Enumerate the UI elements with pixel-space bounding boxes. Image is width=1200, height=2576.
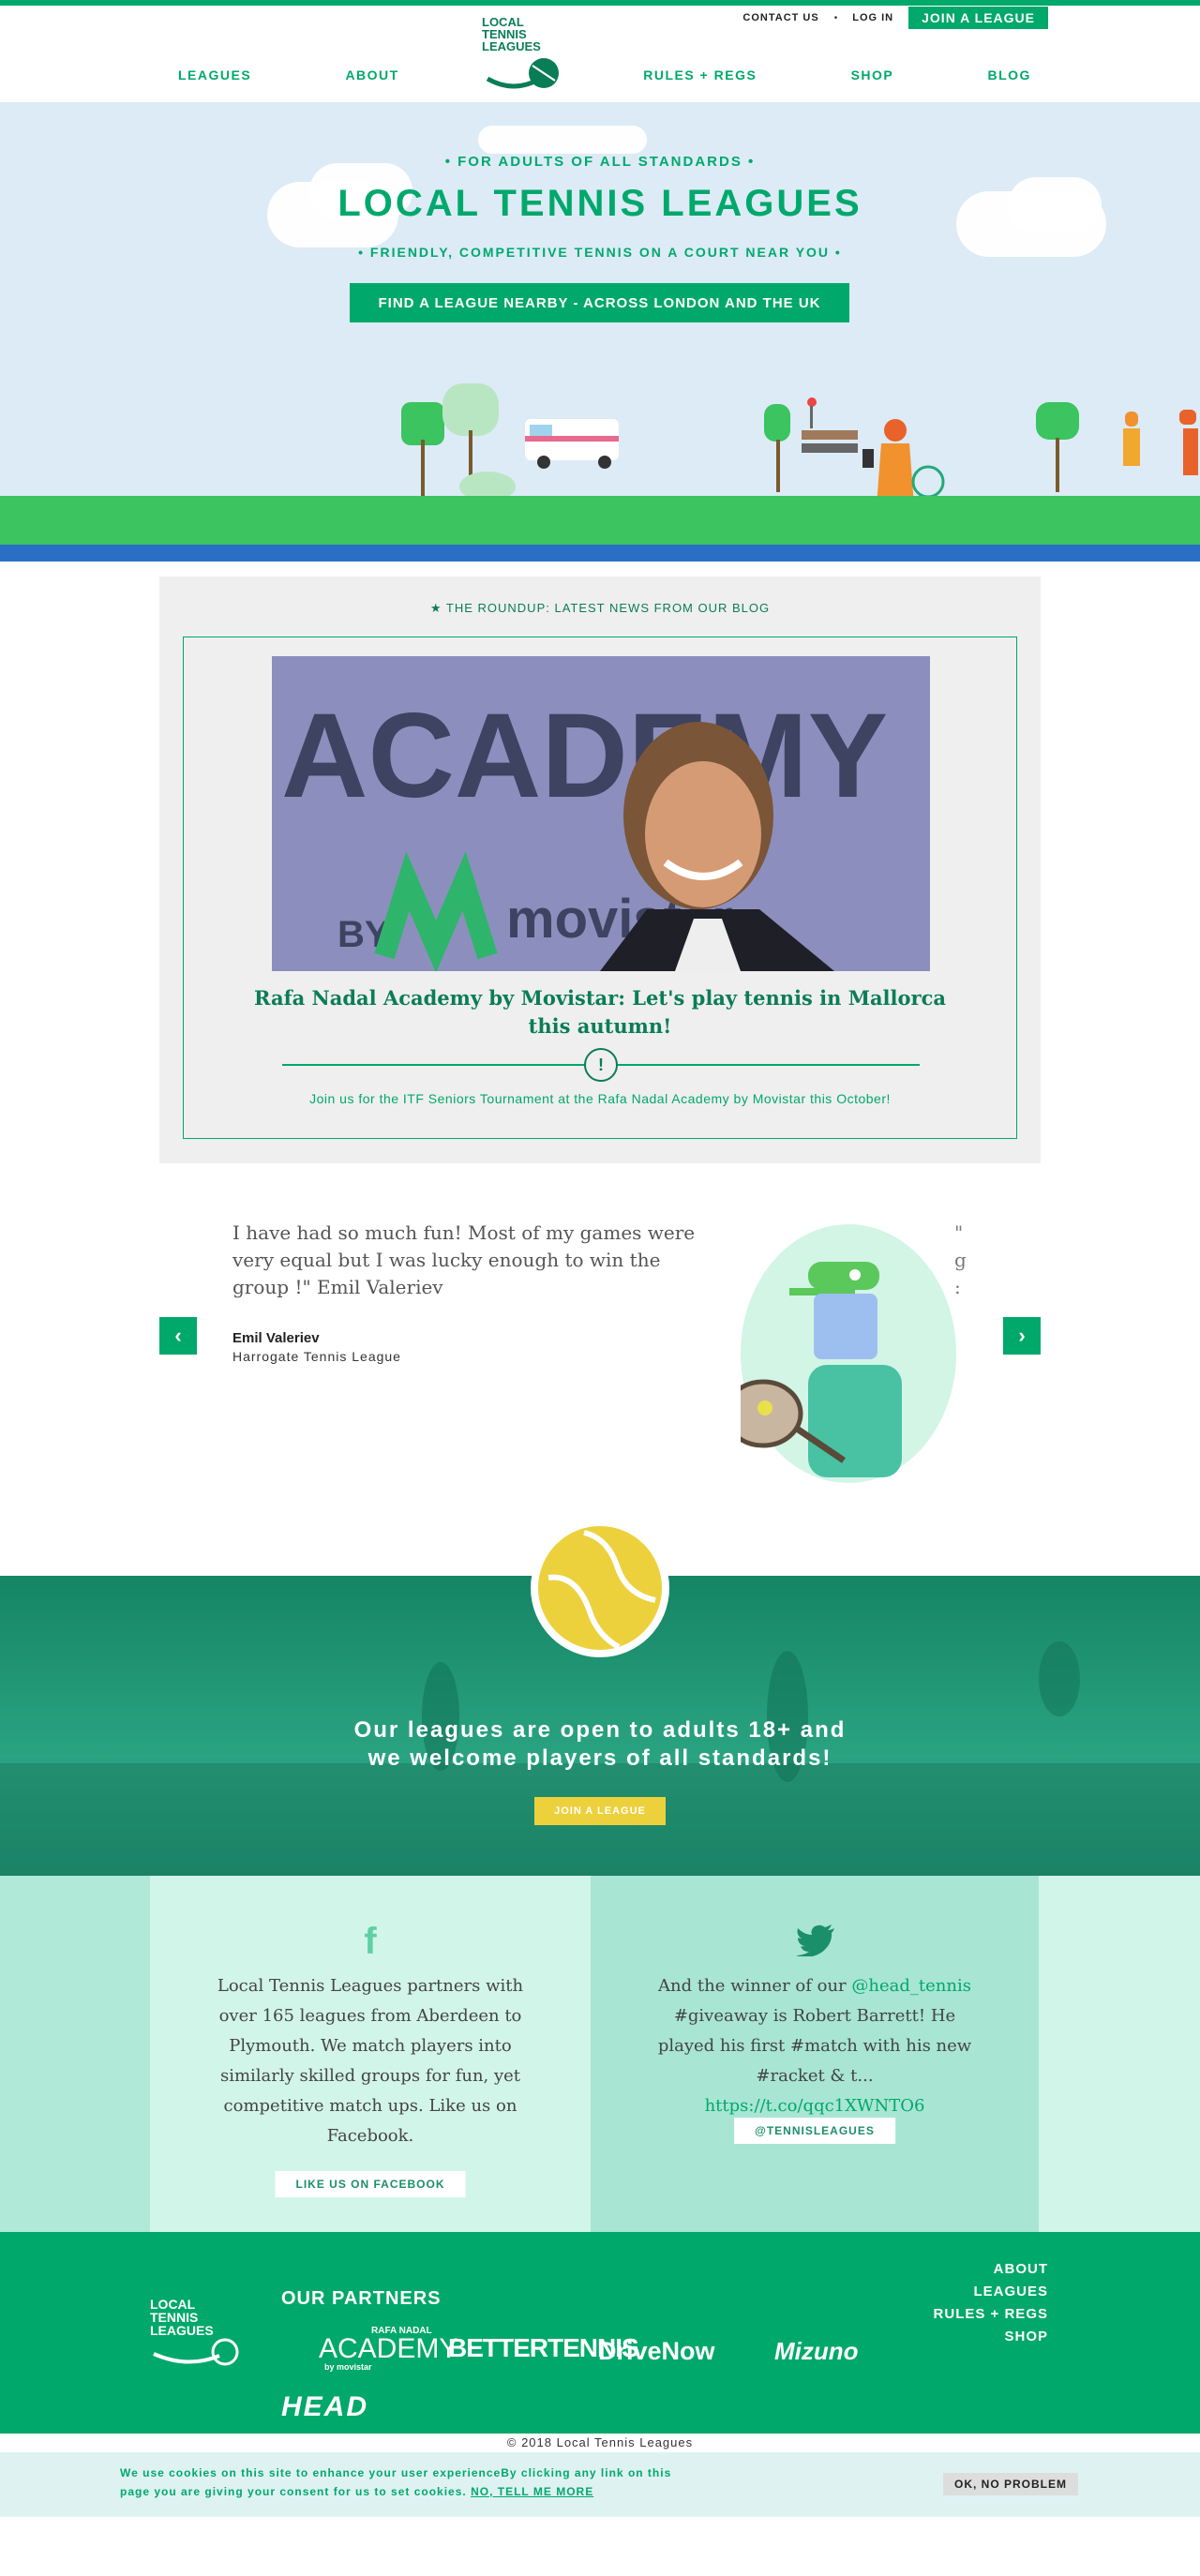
tweet-text-end: #giveaway is Robert Barrett! He played h… — [657, 2006, 972, 2086]
nav-leagues[interactable]: LEAGUES — [178, 67, 251, 82]
nav-separator-dot: • — [833, 12, 838, 23]
roundup-heading: ★ THE ROUNDUP: LATEST NEWS FROM OUR BLOG — [429, 601, 771, 615]
copyright: © 2018 Local Tennis Leagues — [0, 2434, 1200, 2452]
testimonial-name: Emil Valeriev — [232, 1330, 320, 1346]
join-league-callout-button[interactable]: JOIN A LEAGUE — [534, 1797, 666, 1825]
photo-sign-text: ACADEMY — [281, 689, 888, 823]
callout-line-1: Our leagues are open to adults 18+ and — [353, 1717, 847, 1743]
player-avatar-illustration — [723, 1224, 956, 1483]
nav-blog[interactable]: BLOG — [988, 67, 1031, 82]
join-league-top-button[interactable]: JOIN A LEAGUE — [908, 7, 1048, 29]
footer-link-shop[interactable]: SHOP — [934, 2326, 1048, 2348]
testimonial-quote: I have had so much fun! Most of my games… — [232, 1221, 696, 1298]
twitter-icon[interactable] — [796, 1925, 835, 1956]
blog-post-image[interactable]: ACADEMY BY movistar — [272, 656, 930, 971]
footer-link-leagues[interactable]: LEAGUES — [934, 2281, 1048, 2303]
partner-mizuno[interactable]: Mizuno — [774, 2337, 859, 2366]
cookie-more-link[interactable]: NO, TELL ME MORE — [471, 2485, 593, 2498]
utility-nav: CONTACT US • LOG IN JOIN A LEAGUE — [728, 6, 1048, 30]
nav-logo-gap — [493, 67, 549, 82]
facebook-icon[interactable]: f — [150, 1921, 591, 1963]
partner-rafa-nadal-academy[interactable]: RAFA NADAL ACADEMY by movistar — [281, 2326, 458, 2372]
facebook-panel: f Local Tennis Leagues partners with ove… — [150, 1876, 591, 2232]
grass-strip — [0, 496, 1200, 545]
callout-line-2: we welcome players of all standards! — [368, 1745, 832, 1771]
academy-photo: ACADEMY BY movistar — [272, 656, 930, 971]
next-testimonial-peek: " g : — [954, 1221, 967, 1298]
footer-logo-line: LOCAL — [150, 2297, 196, 2312]
tennis-ball-icon — [531, 1519, 669, 1657]
social-left-gutter — [0, 1876, 150, 2232]
footer-links: ABOUT LEAGUES RULES + REGS SHOP — [934, 2258, 1048, 2348]
like-facebook-button[interactable]: LIKE US ON FACEBOOK — [275, 2171, 466, 2197]
footer-link-rules-regs[interactable]: RULES + REGS — [934, 2303, 1048, 2326]
footer-logo[interactable]: LOCAL TENNIS LEAGUES — [150, 2298, 244, 2373]
footer-logo-ball-icon — [153, 2338, 239, 2366]
tennis-player-icon — [723, 1262, 902, 1477]
cookie-accept-button[interactable]: OK, NO PROBLEM — [942, 2473, 1078, 2495]
water-strip — [0, 545, 1200, 562]
blog-post-excerpt: Join us for the ITF Seniors Tournament a… — [309, 1091, 891, 1106]
footer-logo-line: TENNIS — [150, 2310, 199, 2325]
hero-subtitle: • FRIENDLY, COMPETITIVE TENNIS ON A COUR… — [358, 245, 842, 260]
academy-main-text: ACADEMY — [319, 2333, 458, 2364]
testimonial-carousel: ‹ I have had so much fun! Most of my gam… — [0, 1163, 1200, 1576]
twitter-follow-button[interactable]: @TENNISLEAGUES — [734, 2118, 895, 2144]
alert-icon: ! — [584, 1048, 618, 1082]
park-scene-illustration — [401, 383, 1198, 496]
partner-drivenow[interactable]: DriveNow — [598, 2337, 715, 2366]
blog-roundup: ★ THE ROUNDUP: LATEST NEWS FROM OUR BLOG… — [159, 577, 1041, 1163]
site-header: CONTACT US • LOG IN JOIN A LEAGUE LOCAL … — [0, 6, 1200, 102]
cookie-banner: We use cookies on this site to enhance y… — [0, 2452, 1200, 2517]
footer-link-about[interactable]: ABOUT — [934, 2258, 1048, 2281]
callout-message: Our leagues are open to adults 18+ and w… — [0, 1716, 1200, 1773]
carousel-prev-button[interactable]: ‹ — [159, 1317, 197, 1355]
tweet-url-link[interactable]: https://t.co/qqc1XWNTO6 — [705, 2096, 925, 2116]
site-footer: LOCAL TENNIS LEAGUES OUR PARTNERS RAFA N… — [0, 2232, 1200, 2434]
cloud-illustration — [478, 126, 647, 154]
testimonial-league: Harrogate Tennis League — [232, 1349, 401, 1364]
main-nav: LEAGUES ABOUT RULES + REGS SHOP BLOG — [178, 67, 1031, 82]
partners-title: OUR PARTNERS — [281, 2288, 442, 2309]
nav-about[interactable]: ABOUT — [345, 67, 398, 82]
nav-shop[interactable]: SHOP — [851, 67, 894, 82]
blog-post-card[interactable]: ACADEMY BY movistar Rafa Nadal Academy b… — [183, 637, 1017, 1139]
cookie-message: We use cookies on this site to enhance y… — [120, 2464, 692, 2501]
tweet-mention-link[interactable]: @head_tennis — [851, 1976, 971, 1996]
partner-head[interactable]: HEAD — [281, 2391, 368, 2423]
latest-tweet: And the winner of our @head_tennis #give… — [656, 1971, 973, 2121]
hero-kicker: • FOR ADULTS OF ALL STANDARDS • — [444, 154, 756, 170]
carousel-next-button[interactable]: › — [1003, 1317, 1041, 1355]
social-section: f Local Tennis Leagues partners with ove… — [0, 1876, 1200, 2232]
hero-section: • FOR ADULTS OF ALL STANDARDS • LOCAL TE… — [0, 102, 1200, 562]
logo-line: LEAGUES — [482, 39, 541, 53]
contact-us-link[interactable]: CONTACT US — [742, 12, 818, 23]
login-link[interactable]: LOG IN — [852, 12, 893, 23]
footer-logo-line: LEAGUES — [150, 2323, 214, 2338]
tweet-text-start: And the winner of our — [658, 1976, 852, 1996]
facebook-blurb: Local Tennis Leagues partners with over … — [217, 1976, 524, 2146]
find-league-button[interactable]: FIND A LEAGUE NEARBY - ACROSS LONDON AND… — [350, 283, 849, 322]
nav-rules-regs[interactable]: RULES + REGS — [643, 67, 757, 82]
blog-post-title[interactable]: Rafa Nadal Academy by Movistar: Let's pl… — [240, 984, 960, 1041]
social-right-gutter — [1039, 1876, 1200, 2232]
hero-title: LOCAL TENNIS LEAGUES — [338, 183, 862, 224]
twitter-panel: And the winner of our @head_tennis #give… — [591, 1876, 1039, 2232]
